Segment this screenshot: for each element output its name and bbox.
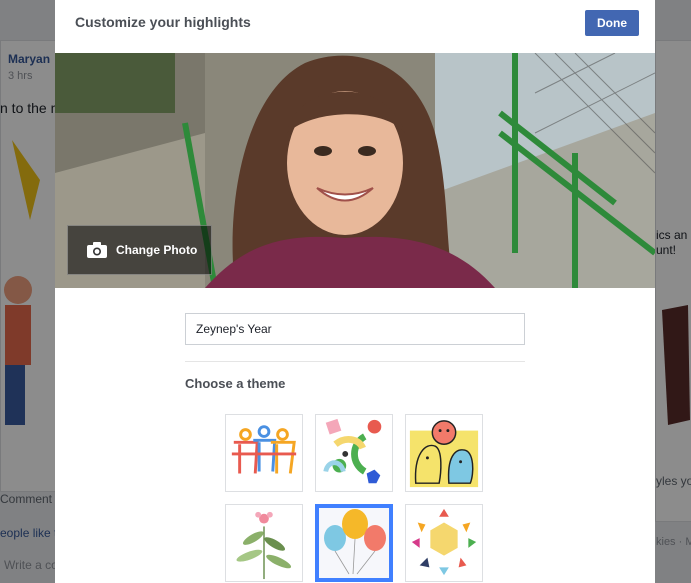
divider (185, 361, 525, 362)
camera-icon (87, 242, 107, 258)
change-photo-label: Change Photo (116, 243, 198, 257)
dialog-title: Customize your highlights (75, 14, 251, 30)
dialog-body: Choose a theme (55, 288, 655, 583)
customize-highlights-dialog: Customize your highlights Done Change Ph… (55, 0, 655, 583)
people-outline-icon (231, 425, 297, 474)
change-photo-button[interactable]: Change Photo (67, 225, 212, 275)
theme-option-people[interactable] (225, 414, 303, 492)
balloons-icon (319, 508, 389, 578)
theme-option-faces[interactable] (405, 414, 483, 492)
theme-option-sun[interactable] (405, 504, 483, 582)
faces-illustration-icon (409, 420, 479, 488)
theme-option-balloons[interactable] (315, 504, 393, 582)
done-button[interactable]: Done (585, 10, 639, 36)
highlight-name-input[interactable] (185, 313, 525, 345)
theme-option-confetti[interactable] (315, 414, 393, 492)
botanical-leaves-icon (236, 511, 292, 580)
confetti-shapes-icon (323, 418, 382, 484)
sun-triangles-icon (411, 508, 477, 576)
cover-photo: Change Photo (55, 53, 655, 288)
theme-option-botanical[interactable] (225, 504, 303, 582)
choose-theme-label: Choose a theme (185, 376, 286, 391)
dialog-header: Customize your highlights Done (55, 0, 655, 54)
